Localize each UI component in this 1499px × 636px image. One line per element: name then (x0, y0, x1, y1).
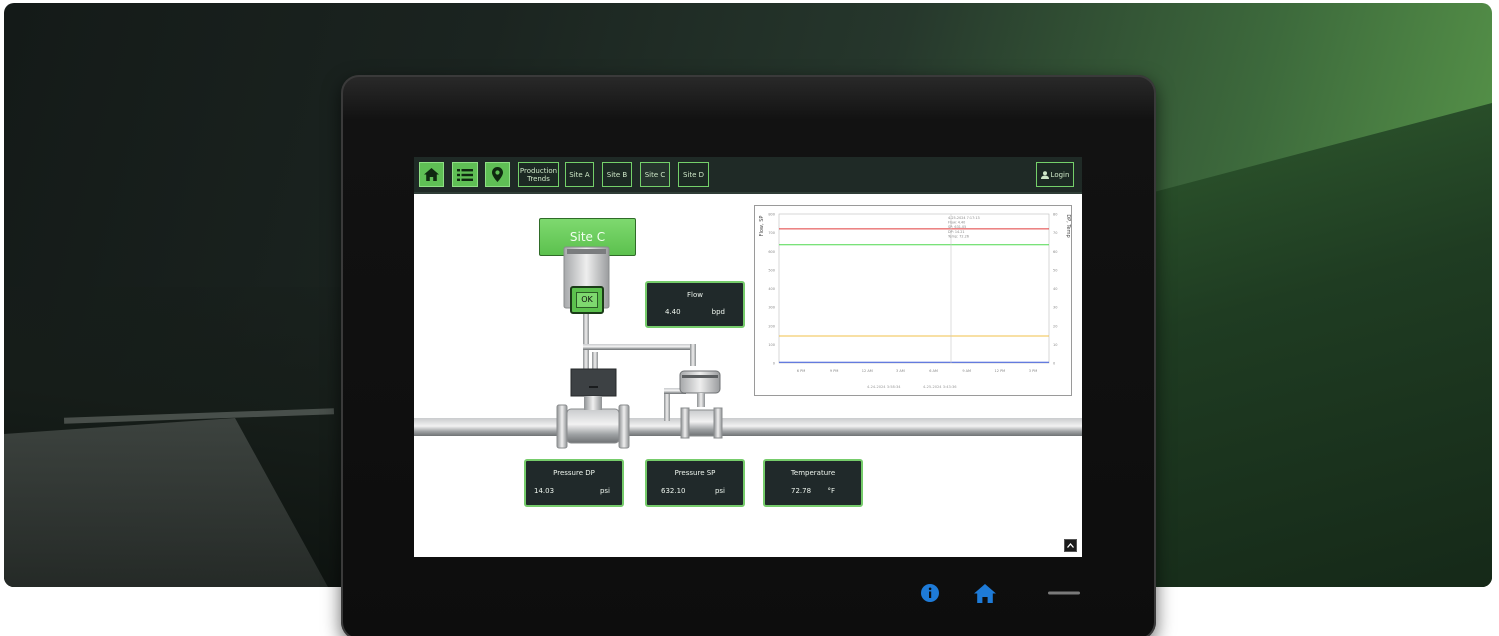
flow-panel[interactable]: Flow 4.40 bpd (645, 281, 745, 328)
home-icon (974, 583, 996, 603)
x-tick-label: 3 PM (1029, 369, 1037, 373)
device-info-button[interactable] (917, 580, 943, 606)
nav-site-d-label: Site D (682, 170, 705, 179)
nav-list-button[interactable] (452, 162, 478, 187)
tooltip-line: SP: 631.05 (948, 225, 966, 229)
chevron-up-icon (1067, 543, 1074, 548)
y-right-axis-label: DP, Temp (1065, 214, 1071, 237)
y-right-tick-label: 30 (1053, 306, 1057, 310)
scroll-top-button[interactable] (1064, 539, 1077, 552)
nav-production-trends-label-line1: Production (519, 166, 558, 175)
pressure-dp-unit: psi (599, 487, 610, 495)
minus-icon (1048, 591, 1080, 595)
hmi-panel-device: Production Trends Site A Site B Site C S… (341, 75, 1156, 636)
nav-production-trends-label-line2: Trends (527, 174, 550, 183)
tooltip-line: 4-25-2024 7:17:13 (948, 216, 980, 220)
nav-home-button[interactable] (419, 162, 444, 187)
temperature-panel[interactable]: Temperature 72.78 °F (763, 459, 863, 507)
y-left-tick-label: 600 (768, 250, 775, 254)
x-tick-label: 12 PM (995, 369, 1006, 373)
list-icon (457, 168, 473, 181)
y-right-tick-label: 80 (1053, 213, 1057, 217)
y-left-tick-label: 100 (768, 343, 775, 347)
y-right-tick-label: 50 (1053, 268, 1057, 272)
user-icon (1040, 170, 1049, 179)
y-right-tick-label: 20 (1053, 324, 1057, 328)
tooltip-line: Temp: 72.26 (947, 234, 969, 238)
flow-title: Flow (687, 291, 703, 299)
x-tick-label: 6 PM (797, 369, 805, 373)
login-button[interactable]: Login (1036, 162, 1074, 187)
x-tick-label: 9 PM (830, 369, 838, 373)
y-right-tick-label: 10 (1053, 343, 1057, 347)
transmitter-status-button[interactable]: OK (570, 286, 604, 314)
x-tick-label: 9 AM (962, 369, 971, 373)
flow-value: 4.40 (665, 308, 681, 316)
nav-site-c-label: Site C (644, 170, 666, 179)
tooltip-line: DP: 14.21 (948, 230, 965, 234)
y-right-tick-label: 70 (1053, 231, 1057, 235)
map-pin-icon (492, 167, 503, 182)
nav-site-d-button[interactable]: Site D (678, 162, 709, 187)
pressure-dp-value: 14.03 (534, 487, 555, 495)
nav-production-trends-button[interactable]: Production Trends (518, 162, 559, 187)
nav-site-a-label: Site A (569, 170, 590, 179)
x-tick-label: 12 AM (862, 369, 873, 373)
range-start-label: 4-24-2024 3:58:34 (867, 385, 901, 389)
home-icon (424, 168, 439, 181)
range-end-label: 4-25-2024 3:43:36 (923, 385, 957, 389)
y-left-tick-label: 700 (768, 231, 775, 235)
y-left-tick-label: 300 (768, 306, 775, 310)
y-left-tick-label: 0 (773, 362, 775, 366)
nav-site-a-button[interactable]: Site A (565, 162, 594, 187)
main-pipeline (414, 418, 1082, 436)
nav-site-b-button[interactable]: Site B (602, 162, 632, 187)
y-left-tick-label: 800 (768, 213, 775, 217)
nav-site-c-button[interactable]: Site C (640, 162, 670, 187)
transmitter-status-label: OK (576, 292, 598, 308)
x-tick-label: 6 AM (929, 369, 938, 373)
y-right-tick-label: 40 (1053, 287, 1057, 291)
plot-area (778, 213, 1050, 364)
temperature-title: Temperature (790, 469, 836, 477)
x-tick-label: 3 AM (896, 369, 905, 373)
site-overview-panel: Site C OK Flow 4.40 bpd Pressure DP 14.0… (414, 196, 1082, 557)
pressure-sp-unit: psi (714, 487, 725, 495)
green-hillside (1112, 103, 1492, 587)
y-left-tick-label: 500 (768, 268, 775, 272)
y-left-tick-label: 200 (768, 324, 775, 328)
device-home-button[interactable] (972, 580, 998, 606)
info-icon (921, 584, 939, 602)
hmi-navigation-bar: Production Trends Site A Site B Site C S… (414, 157, 1082, 194)
flow-unit: bpd (711, 308, 725, 316)
pressure-sp-title: Pressure SP (674, 469, 716, 477)
temperature-unit: °F (827, 487, 835, 495)
y-right-tick-label: 60 (1053, 250, 1057, 254)
pressure-sp-panel[interactable]: Pressure SP 632.10 psi (645, 459, 745, 507)
device-menu-button[interactable] (1047, 580, 1081, 606)
nav-location-button[interactable] (485, 162, 510, 187)
y-left-tick-label: 400 (768, 287, 775, 291)
pressure-dp-title: Pressure DP (553, 469, 595, 477)
nav-site-b-label: Site B (606, 170, 628, 179)
y-left-axis-label: Flow, SP (759, 216, 765, 237)
hmi-screen: Production Trends Site A Site B Site C S… (414, 157, 1082, 557)
pressure-sp-value: 632.10 (661, 487, 686, 495)
tooltip-line: Flow: 4.40 (948, 221, 965, 225)
login-label: Login (1050, 170, 1070, 179)
pressure-dp-panel[interactable]: Pressure DP 14.03 psi (524, 459, 624, 507)
trend-chart-svg: 0 100 200 300 400 500 600 700 800 0 10 20 30 40 50 60 70… (759, 213, 1071, 390)
y-right-tick-label: 0 (1053, 362, 1055, 366)
production-trend-chart[interactable]: 0 100 200 300 400 500 600 700 800 0 10 20 30 40 50 60 70… (754, 205, 1072, 396)
page-canvas: Production Trends Site A Site B Site C S… (0, 0, 1499, 636)
temperature-value: 72.78 (791, 487, 812, 495)
